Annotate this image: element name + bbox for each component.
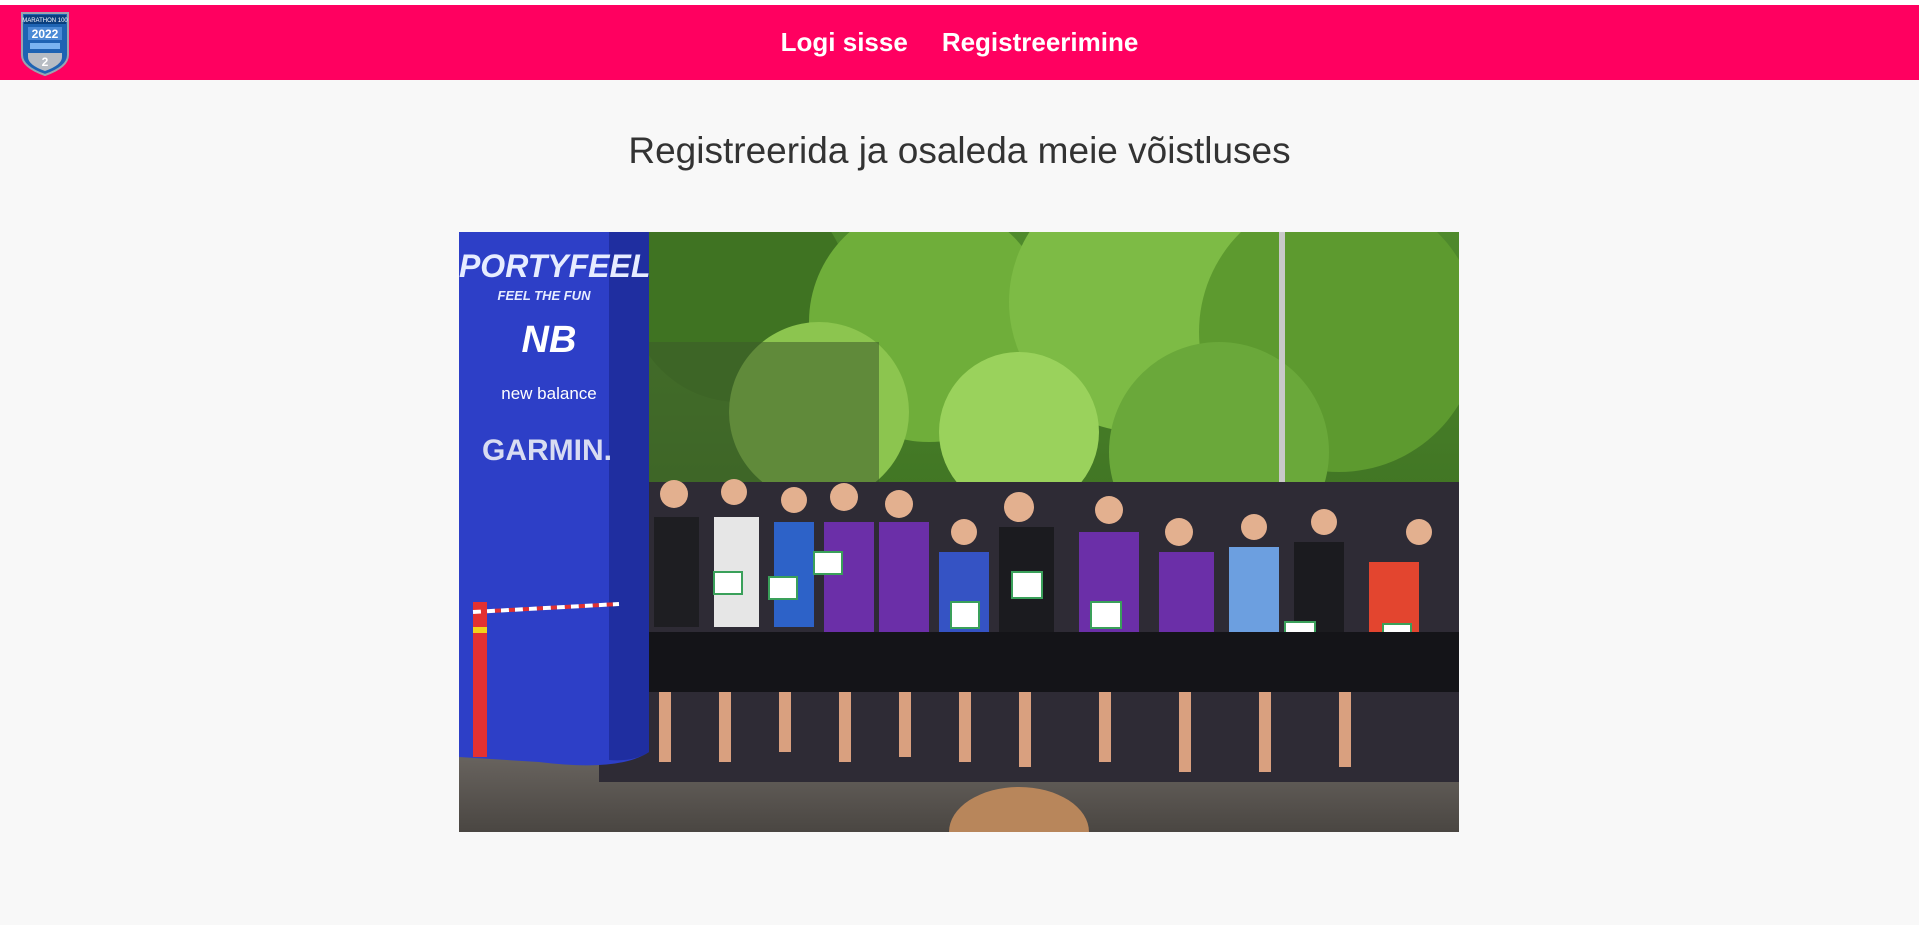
login-link[interactable]: Logi sisse <box>781 27 908 58</box>
banner-sponsor-1: new balance <box>501 384 596 403</box>
register-link[interactable]: Registreerimine <box>942 27 1139 58</box>
page-title: Registreerida ja osaleda meie võistluses <box>628 130 1291 171</box>
navbar: MARATHON 100 2022 2 Logi sisse Registree… <box>0 5 1919 80</box>
banner-brand: SPORTYFEEL <box>459 248 650 284</box>
banner-sponsor-2: GARMIN. <box>482 434 612 467</box>
hero-image: SPORTYFEEL FEEL THE FUN NB new balance G… <box>459 232 1459 832</box>
main-nav: Logi sisse Registreerimine <box>0 5 1919 80</box>
nb-logo-icon: NB <box>522 319 577 361</box>
banner-slogan: FEEL THE FUN <box>498 288 592 303</box>
marathon-start-photo: SPORTYFEEL FEEL THE FUN NB new balance G… <box>459 232 1459 832</box>
